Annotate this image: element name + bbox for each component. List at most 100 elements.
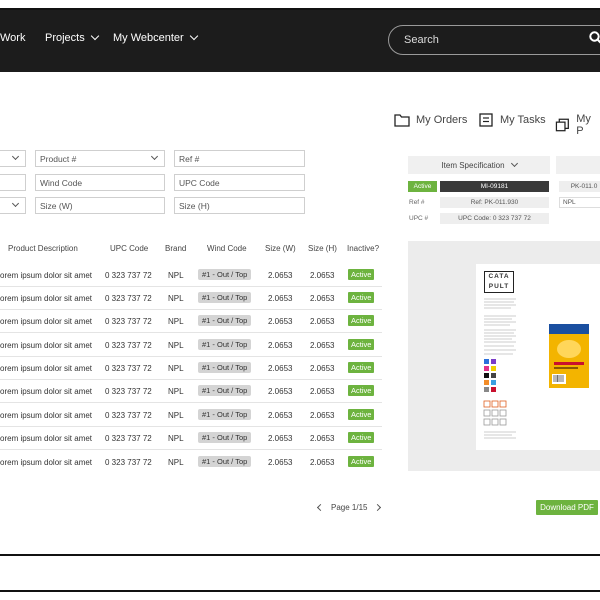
- cell-description: orem ipsum dolor sit amet: [0, 458, 93, 467]
- cell-upc: 0 323 737 72: [105, 317, 152, 326]
- upc-code-field[interactable]: UPC Code: [174, 174, 305, 191]
- my-p-label: My P: [576, 113, 591, 137]
- my-tasks-link[interactable]: My Tasks: [478, 113, 546, 127]
- page-indicator: Page 1/15: [331, 503, 368, 512]
- table-row[interactable]: orem ipsum dolor sit amet 0 323 737 72 N…: [0, 287, 382, 310]
- cell-size-w: 2.0653: [268, 458, 293, 467]
- status-badge[interactable]: Active: [348, 432, 375, 443]
- col-upc-code[interactable]: UPC Code: [110, 244, 148, 253]
- cell-size-h: 2.0653: [310, 294, 335, 303]
- status-badge[interactable]: Active: [348, 292, 375, 303]
- cell-description: orem ipsum dolor sit amet: [0, 341, 93, 350]
- item-spec-dropdown-2[interactable]: [556, 156, 600, 174]
- chevron-down-icon: [11, 199, 20, 208]
- filter-dropdown-left-1[interactable]: [0, 150, 26, 167]
- cell-size-w: 2.0653: [268, 341, 293, 350]
- status-badge[interactable]: Active: [348, 456, 375, 467]
- nav-work[interactable]: Work: [0, 32, 25, 44]
- app-window: Work Projects My Webcenter Search My Ord…: [0, 8, 600, 556]
- cell-description: orem ipsum dolor sit amet: [0, 411, 93, 420]
- cell-upc: 0 323 737 72: [105, 387, 152, 396]
- cell-wind-code: #1 - Out / Top: [198, 432, 252, 443]
- cell-description: orem ipsum dolor sit amet: [0, 317, 93, 326]
- col-product-description[interactable]: Product Description: [8, 244, 78, 253]
- nav-my-webcenter[interactable]: My Webcenter: [113, 31, 198, 44]
- product-number-select[interactable]: Product #: [35, 150, 165, 167]
- col-size-w[interactable]: Size (W): [265, 244, 296, 253]
- cell-wind-code: #1 - Out / Top: [198, 315, 252, 326]
- cell-wind-code: #1 - Out / Top: [198, 409, 252, 420]
- table-row[interactable]: orem ipsum dolor sit amet 0 323 737 72 N…: [0, 310, 382, 333]
- cell-brand: NPL: [168, 364, 184, 373]
- status-badge[interactable]: Active: [348, 269, 375, 280]
- cell-brand: NPL: [168, 341, 184, 350]
- pagination: Page 1/15: [316, 503, 382, 512]
- spec-status-badge: Active: [408, 181, 437, 192]
- status-badge[interactable]: Active: [348, 315, 375, 326]
- cell-wind-code: #1 - Out / Top: [198, 269, 252, 280]
- col-wind-code[interactable]: Wind Code: [207, 244, 247, 253]
- chevron-down-icon: [150, 152, 159, 161]
- cell-size-h: 2.0653: [310, 387, 335, 396]
- wind-code-field[interactable]: Wind Code: [35, 174, 165, 191]
- spec-upc-value: UPC Code: 0 323 737 72: [440, 213, 549, 224]
- cell-upc: 0 323 737 72: [105, 458, 152, 467]
- chevron-left-icon[interactable]: [316, 503, 325, 512]
- col-size-h[interactable]: Size (H): [308, 244, 337, 253]
- bottom-frame-edge: [0, 590, 600, 600]
- artwork-sheet: CATA PULT: [476, 264, 600, 450]
- chevron-down-icon: [11, 152, 20, 161]
- artwork-preview[interactable]: CATA PULT: [408, 241, 600, 471]
- item-spec-dropdown[interactable]: Item Specification: [408, 156, 550, 174]
- cell-size-h: 2.0653: [310, 458, 335, 467]
- cell-brand: NPL: [168, 271, 184, 280]
- cell-upc: 0 323 737 72: [105, 271, 152, 280]
- cell-upc: 0 323 737 72: [105, 434, 152, 443]
- cell-size-h: 2.0653: [310, 341, 335, 350]
- chevron-right-icon[interactable]: [374, 503, 382, 512]
- chevron-down-icon: [90, 31, 99, 41]
- status-badge[interactable]: Active: [348, 385, 375, 396]
- cell-description: orem ipsum dolor sit amet: [0, 434, 93, 443]
- my-p-link[interactable]: My P: [555, 113, 600, 137]
- search-input[interactable]: Search: [388, 25, 600, 55]
- size-w-field[interactable]: Size (W): [35, 197, 165, 214]
- cell-size-w: 2.0653: [268, 294, 293, 303]
- col-brand[interactable]: Brand: [165, 244, 186, 253]
- my-orders-link[interactable]: My Orders: [394, 113, 467, 127]
- ref-number-field[interactable]: Ref #: [174, 150, 305, 167]
- spec-item-id: MI-09181: [440, 181, 549, 192]
- nav-my-webcenter-label: My Webcenter: [113, 32, 184, 44]
- size-h-field[interactable]: Size (H): [174, 197, 305, 214]
- cell-description: orem ipsum dolor sit amet: [0, 271, 93, 280]
- status-badge[interactable]: Active: [348, 409, 375, 420]
- download-pdf-button[interactable]: Download PDF: [536, 500, 598, 515]
- status-badge[interactable]: Active: [348, 339, 375, 350]
- table-row[interactable]: orem ipsum dolor sit amet 0 323 737 72 N…: [0, 451, 382, 474]
- cell-brand: NPL: [168, 411, 184, 420]
- filter-dropdown-left-3[interactable]: [0, 197, 26, 214]
- spec-col2-brand: NPL: [559, 197, 600, 208]
- table-row[interactable]: orem ipsum dolor sit amet 0 323 737 72 N…: [0, 334, 382, 357]
- cell-size-w: 2.0653: [268, 387, 293, 396]
- status-badge[interactable]: Active: [348, 362, 375, 373]
- cell-upc: 0 323 737 72: [105, 341, 152, 350]
- table-row[interactable]: orem ipsum dolor sit amet 0 323 737 72 N…: [0, 357, 382, 380]
- spec-ref-value: Ref: PK-011.930: [440, 197, 549, 208]
- table-row[interactable]: orem ipsum dolor sit amet 0 323 737 72 N…: [0, 264, 382, 287]
- my-orders-label: My Orders: [416, 114, 468, 126]
- table-row[interactable]: orem ipsum dolor sit amet 0 323 737 72 N…: [0, 404, 382, 427]
- copy-icon: [555, 118, 569, 132]
- cell-wind-code: #1 - Out / Top: [198, 456, 252, 467]
- table-row[interactable]: orem ipsum dolor sit amet 0 323 737 72 N…: [0, 427, 382, 450]
- cell-size-w: 2.0653: [268, 271, 293, 280]
- filter-field-left-2[interactable]: [0, 174, 26, 191]
- cell-description: orem ipsum dolor sit amet: [0, 387, 93, 396]
- artwork-graphic: [483, 298, 589, 439]
- search-icon[interactable]: [589, 31, 600, 45]
- nav-projects[interactable]: Projects: [45, 31, 99, 44]
- col-inactive[interactable]: Inactive?: [347, 244, 379, 253]
- cell-size-w: 2.0653: [268, 317, 293, 326]
- cell-brand: NPL: [168, 434, 184, 443]
- table-row[interactable]: orem ipsum dolor sit amet 0 323 737 72 N…: [0, 380, 382, 403]
